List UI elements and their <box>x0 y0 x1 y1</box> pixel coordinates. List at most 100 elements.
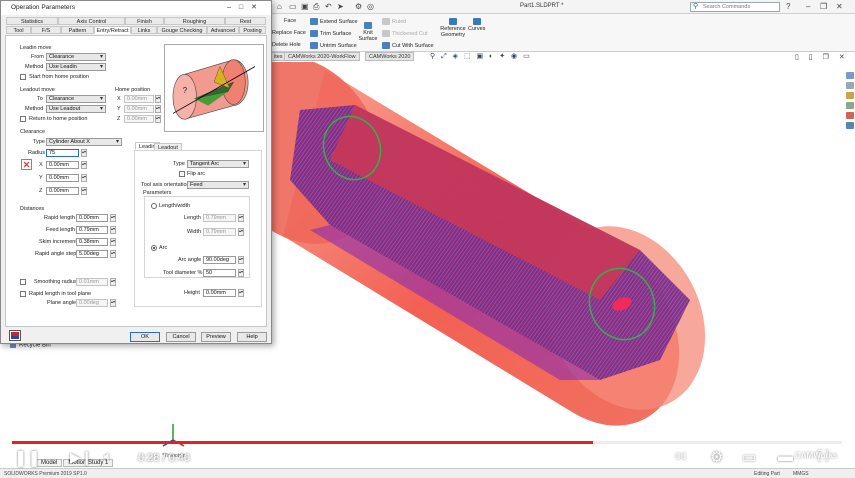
start-from-home-checkbox[interactable] <box>20 74 26 80</box>
rebuild-icon[interactable]: ⚙ <box>355 2 362 12</box>
theater-mode-icon[interactable]: ▬ <box>778 448 793 465</box>
rapid-length-spinner[interactable]: ▴▾ <box>110 214 116 222</box>
arc-radio[interactable] <box>151 245 157 251</box>
help-icon[interactable]: ? <box>786 2 790 12</box>
select-icon[interactable]: ➤ <box>337 2 344 12</box>
tab-finish[interactable]: Finish <box>125 17 164 25</box>
ribbon-cut-with-surface-button[interactable]: Cut With Surface <box>382 42 434 49</box>
cancel-button[interactable]: Cancel <box>166 332 196 342</box>
ribbon-delete-hole-button[interactable]: Delete Hole <box>272 42 301 48</box>
clearance-z-spinner[interactable]: ▴▾ <box>81 187 87 195</box>
rapid-length-input[interactable]: 0.00mm <box>76 214 108 222</box>
length-input[interactable]: 0.79mm <box>203 214 236 222</box>
undo-icon[interactable]: ↶ <box>325 2 332 12</box>
channel-watermark[interactable]: CAMWorks <box>795 451 838 460</box>
tab-camworks-workflow[interactable]: CAMWorks 2020-WorkFlow <box>284 52 360 61</box>
clearance-x-input[interactable]: 0.00mm <box>46 161 79 169</box>
home-z-input[interactable]: 0.00mm <box>124 115 154 123</box>
settings-gear-icon[interactable]: ⚙ <box>710 448 723 466</box>
tab-advanced[interactable]: Advanced <box>207 26 239 34</box>
clearance-y-spinner[interactable]: ▴▾ <box>81 174 87 182</box>
clearance-radius-input[interactable]: 75 <box>46 149 79 157</box>
home-y-input[interactable]: 0.00mm <box>124 105 154 113</box>
video-progress-bar[interactable] <box>12 441 842 444</box>
home-x-spinner[interactable]: ▴▾ <box>155 95 161 103</box>
tab-rest[interactable]: Rest <box>225 17 266 25</box>
arc-angle-spinner[interactable]: ▴▾ <box>238 256 244 264</box>
tab-tool[interactable]: Tool <box>6 26 31 34</box>
width-input[interactable]: 0.79mm <box>203 228 236 236</box>
miniplayer-icon[interactable]: ▭ <box>742 448 756 466</box>
ribbon-curves-button[interactable]: Curves <box>468 18 485 32</box>
feed-length-input[interactable]: 0.79mm <box>76 226 108 234</box>
viewport-window-controls[interactable]: ▯ ▯ ❐ ✕ <box>795 53 849 61</box>
tab-posting[interactable]: Posting <box>239 26 266 34</box>
height-input[interactable]: 0.00mm <box>203 289 236 297</box>
tool-diameter-input[interactable]: 50 <box>203 269 236 277</box>
ribbon-thickened-cut-button[interactable]: Thickened Cut <box>382 30 427 37</box>
search-commands-input[interactable]: ⚲ Search Commands <box>690 2 780 12</box>
smoothing-radius-input[interactable]: 0.01mm <box>76 278 108 286</box>
rapid-angle-step-input[interactable]: 5.00deg <box>76 250 108 258</box>
clearance-y-input[interactable]: 0.00mm <box>46 174 79 182</box>
tab-roughing[interactable]: Roughing <box>164 17 225 25</box>
return-to-home-checkbox[interactable] <box>20 116 26 122</box>
volume-icon[interactable]: 🔈︎ <box>104 448 113 465</box>
ribbon-extend-surface-button[interactable]: Extend Surface <box>310 18 358 25</box>
ribbon-knit-surface-button[interactable]: Knit Surface <box>358 22 378 42</box>
flip-arc-checkbox[interactable] <box>179 171 185 177</box>
status-units[interactable]: MMGS <box>793 471 809 477</box>
tab-links[interactable]: Links <box>131 26 157 34</box>
leadin-method-select[interactable]: Use Leadin <box>46 63 106 71</box>
ok-button[interactable]: OK <box>130 332 160 342</box>
captions-icon[interactable]: CC <box>672 451 690 462</box>
skim-increment-input[interactable]: 0.38mm <box>76 238 108 246</box>
save-icon[interactable]: ▣ <box>301 2 309 12</box>
ribbon-untrim-surface-button[interactable]: Untrim Surface <box>310 42 357 49</box>
clearance-type-select[interactable]: Cylinder About X <box>46 138 122 146</box>
dialog-close-icon[interactable]: ✕ <box>251 4 265 11</box>
clearance-radius-spinner[interactable]: ▴▾ <box>81 149 87 157</box>
new-file-icon[interactable]: ▭ <box>289 2 297 12</box>
tab-camworks[interactable]: CAMWorks 2020 <box>365 52 415 61</box>
tab-statistics[interactable]: Statistics <box>6 17 58 25</box>
tab-gouge-checking[interactable]: Gouge Checking <box>157 26 207 34</box>
clearance-z-input[interactable]: 0.00mm <box>46 187 79 195</box>
tab-entry-retract[interactable]: Entry/Retract <box>94 26 131 34</box>
tab-axis-control[interactable]: Axis Control <box>58 17 125 25</box>
preview-button[interactable]: Preview <box>201 332 231 342</box>
tool-axis-orientation-select[interactable]: Feed <box>187 181 249 189</box>
help-button[interactable]: Help <box>237 332 267 342</box>
ribbon-trim-surface-button[interactable]: Trim Surface <box>310 30 351 37</box>
length-width-radio[interactable] <box>151 203 157 209</box>
smoothing-radius-spinner[interactable]: ▴▾ <box>110 278 116 286</box>
pause-icon[interactable]: ❚❚ <box>14 448 41 468</box>
ribbon-replace-face-button[interactable]: Replace Face <box>272 30 306 36</box>
print-icon[interactable]: ⎙ <box>313 2 319 12</box>
ribbon-reference-geometry-button[interactable]: Reference Geometry <box>438 18 468 38</box>
minimize-icon[interactable]: – <box>806 2 810 12</box>
plane-angle-input[interactable]: 0.00deg <box>76 299 108 307</box>
skim-increment-spinner[interactable]: ▴▾ <box>110 238 116 246</box>
options-icon[interactable]: ◎ <box>367 2 374 12</box>
dialog-minimize-icon[interactable]: – <box>227 4 239 11</box>
home-z-spinner[interactable]: ▴▾ <box>155 115 161 123</box>
arc-angle-input[interactable]: 90.00deg <box>203 256 236 264</box>
house-icon[interactable]: ⌂ <box>277 2 282 12</box>
tool-diameter-spinner[interactable]: ▴▾ <box>238 269 244 277</box>
next-icon[interactable]: ▶❙ <box>70 449 93 466</box>
smoothing-radius-checkbox[interactable] <box>20 279 26 285</box>
leadout-method-select[interactable]: Use Leadout <box>46 105 106 113</box>
home-y-spinner[interactable]: ▴▾ <box>155 105 161 113</box>
home-x-input[interactable]: 0.00mm <box>124 95 154 103</box>
restore-icon[interactable]: ❐ <box>820 2 827 12</box>
plane-angle-spinner[interactable]: ▴▾ <box>110 299 116 307</box>
rapid-angle-step-spinner[interactable]: ▴▾ <box>110 250 116 258</box>
leadin-type-select[interactable]: Tangent Arc <box>187 160 249 168</box>
ribbon-face-button[interactable]: Face <box>284 18 296 24</box>
clearance-x-spinner[interactable]: ▴▾ <box>81 161 87 169</box>
close-icon[interactable]: ✕ <box>836 2 843 12</box>
length-spinner[interactable]: ▴▾ <box>238 214 244 222</box>
leadout-to-select[interactable]: Clearance <box>46 95 106 103</box>
width-spinner[interactable]: ▴▾ <box>238 228 244 236</box>
